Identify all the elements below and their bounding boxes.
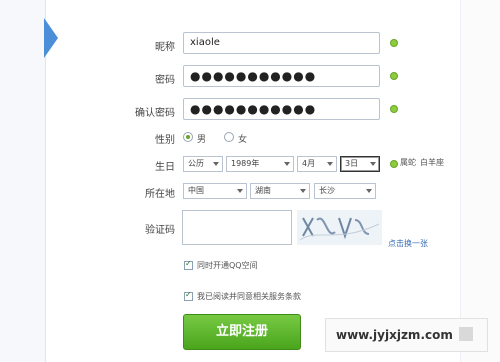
terms-checkbox[interactable] (184, 290, 193, 301)
captcha-label: 验证码 (145, 225, 175, 236)
month-select[interactable]: 4月 (297, 156, 337, 172)
city-select[interactable]: 长沙 (314, 183, 376, 199)
chevron-down-icon (300, 189, 306, 193)
year-select[interactable]: 1989年 (226, 156, 294, 172)
register-button[interactable]: 立即注册 (183, 314, 301, 350)
password-ok-icon (390, 72, 398, 80)
terms-label: 我已阅读并同意相关服务条款 (197, 292, 301, 301)
password-input[interactable]: ●●●●●●●●●●● (183, 65, 380, 87)
calendar-select[interactable]: 公历 (183, 156, 223, 172)
watermark-text: www.jyjxjzm.com (336, 328, 453, 342)
gender-label: 性别 (155, 135, 175, 146)
qq-space-label: 同时开通QQ空间 (197, 261, 258, 270)
captcha-distortion-icon (297, 210, 382, 245)
location-label: 所在地 (145, 189, 175, 200)
left-panel (0, 0, 46, 362)
country-select[interactable]: 中国 (183, 183, 247, 199)
gender-female-label: 女 (238, 135, 248, 145)
qq-space-checkbox[interactable] (184, 259, 193, 270)
gender-male-radio[interactable] (183, 132, 193, 142)
year-value: 1989年 (231, 159, 260, 168)
province-select[interactable]: 湖南 (250, 183, 310, 199)
day-select[interactable]: 3日 (340, 156, 380, 172)
nickname-input[interactable]: xiaole (183, 32, 380, 54)
birthday-ok-icon (390, 160, 398, 168)
password-label: 密码 (155, 75, 175, 86)
chevron-down-icon (237, 189, 243, 193)
gender-female-radio[interactable] (224, 132, 234, 142)
chevron-down-icon (327, 162, 333, 166)
captcha-image[interactable] (297, 210, 382, 245)
chevron-down-icon (213, 162, 219, 166)
chevron-down-icon (284, 162, 290, 166)
chevron-down-icon (366, 189, 372, 193)
province-value: 湖南 (255, 186, 271, 195)
chevron-down-icon (370, 162, 376, 166)
captcha-input[interactable] (182, 210, 292, 245)
nickname-label: 昵称 (155, 42, 175, 53)
registration-page: 昵称 xiaole 密码 ●●●●●●●●●●● 确认密码 ●●●●●●●●●●… (0, 0, 500, 362)
confirm-password-ok-icon (390, 105, 398, 113)
watermark-block-icon (458, 327, 473, 341)
confirm-password-label: 确认密码 (135, 108, 175, 119)
zodiac-text: 属蛇 (400, 158, 416, 167)
country-value: 中国 (188, 186, 204, 195)
birthday-label: 生日 (155, 162, 175, 173)
right-panel (460, 0, 500, 362)
left-arrow-icon (44, 18, 58, 58)
constellation-text: 白羊座 (420, 158, 444, 167)
city-value: 长沙 (319, 186, 335, 195)
month-value: 4月 (302, 159, 316, 168)
nickname-ok-icon (390, 39, 398, 47)
gender-male-label: 男 (197, 135, 207, 145)
watermark: www.jyjxjzm.com (325, 318, 488, 352)
day-value: 3日 (345, 159, 359, 168)
calendar-value: 公历 (188, 159, 204, 168)
captcha-refresh-link[interactable]: 点击换一张 (388, 238, 428, 249)
confirm-password-input[interactable]: ●●●●●●●●●●● (183, 98, 380, 120)
